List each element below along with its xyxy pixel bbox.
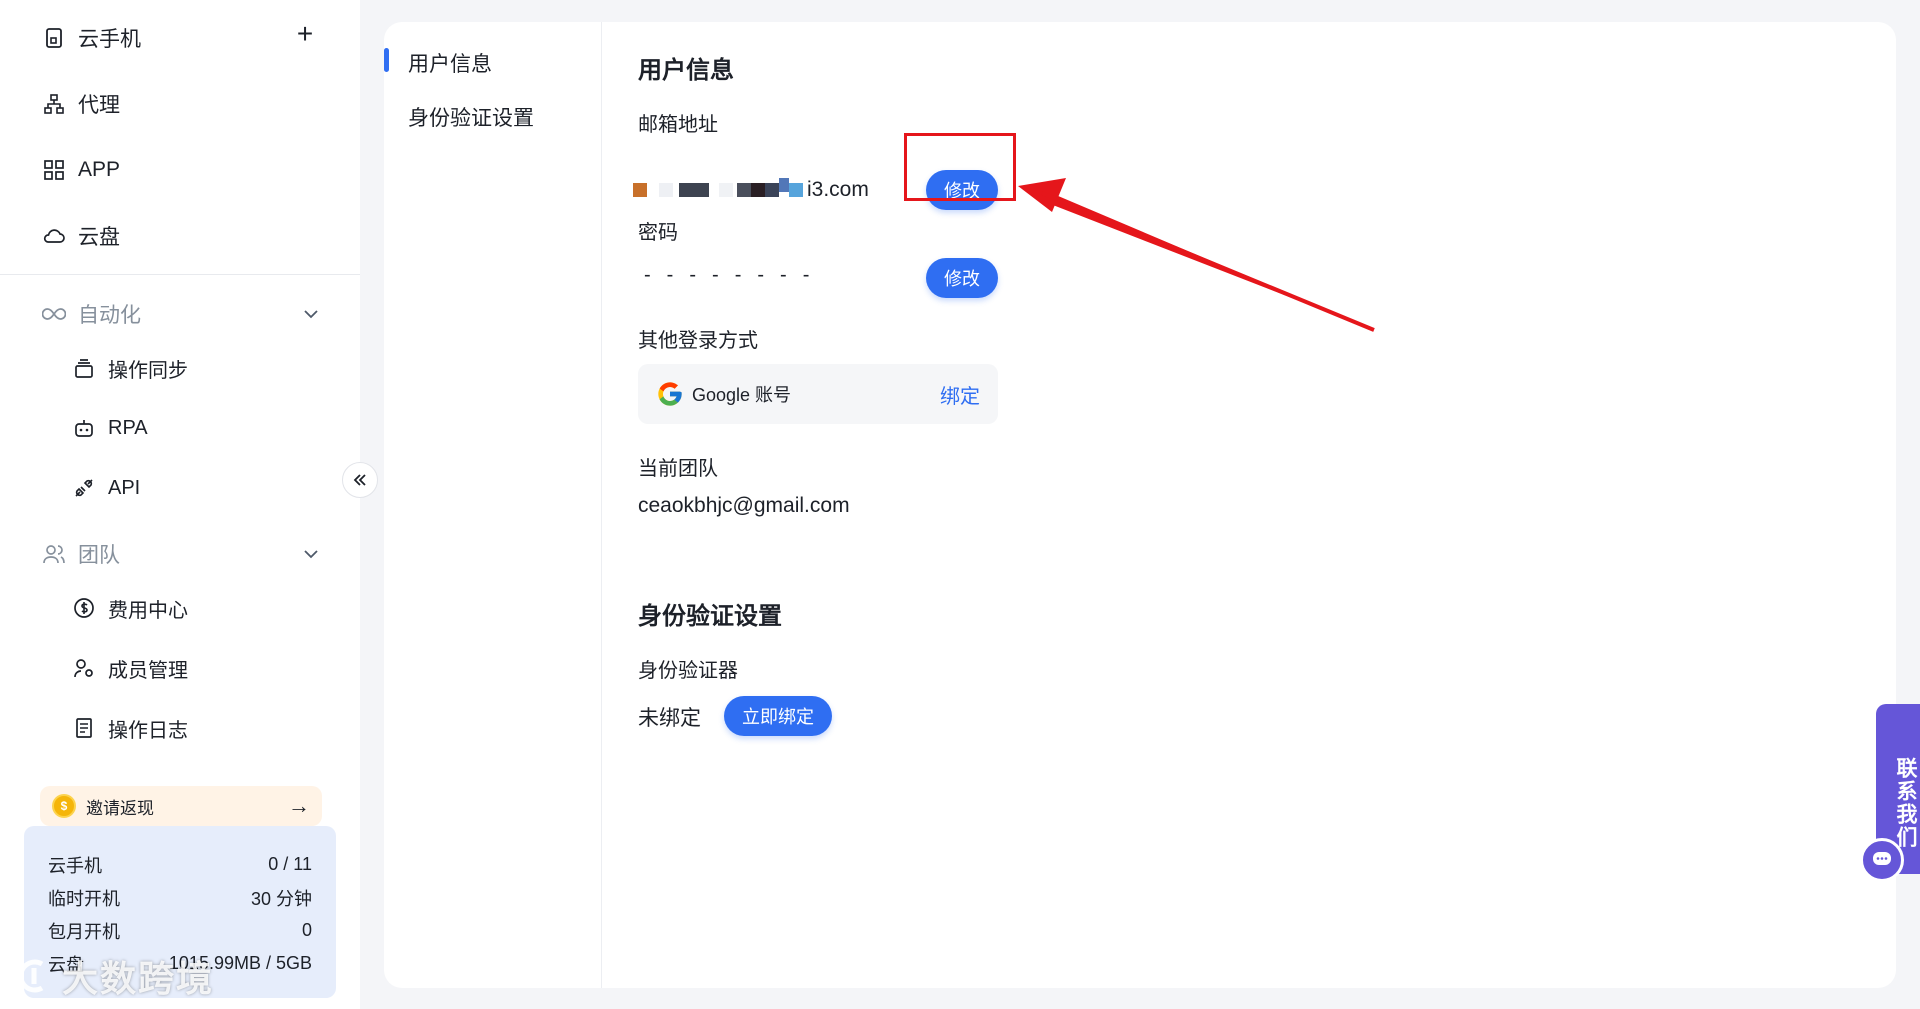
sidebar-item-cloud-disk[interactable]: 云盘 [42,216,120,256]
arrow-right-icon: → [288,793,310,818]
sidebar-group-automation[interactable]: 自动化 [42,294,322,334]
quota-label: 临时开机 [48,888,120,909]
other-login-label: 其他登录方式 [638,330,758,352]
infinity-icon [42,302,66,326]
sidebar-item-cloud-phone[interactable]: 云手机 [42,18,141,58]
layers-icon [72,356,96,380]
auth-settings-title: 身份验证设置 [638,603,782,630]
sidebar-item-label: 费用中心 [108,599,188,622]
subnav-item-auth-settings[interactable]: 身份验证设置 [408,102,534,132]
sidebar-item-label: 操作日志 [108,719,188,742]
google-login-row: Google 账号 绑定 [638,364,998,424]
settings-card: 用户信息 身份验证设置 用户信息 邮箱地址 i3.com 修改 密码 - - -… [384,22,1896,988]
settings-subnav: 用户信息 身份验证设置 [384,22,602,988]
quota-row: 包月开机 0 [48,914,312,947]
sidebar-divider [0,274,360,275]
watermark-text: 大数跨境 [62,958,215,999]
watermark: 大数跨境 [12,952,214,1000]
sidebar-item-label: APP [78,158,121,181]
sidebar: 云手机 + 代理 APP 云盘 自动化 操作同步 RPA API 团队 费用中心… [0,0,360,1009]
sidebar-item-operation-sync[interactable]: 操作同步 [72,348,188,388]
sidebar-group-team[interactable]: 团队 [42,534,322,574]
sidebar-group-label: 自动化 [78,304,141,327]
cloud-icon [42,224,66,248]
modify-password-button[interactable]: 修改 [926,258,998,298]
current-team-label: 当前团队 [638,458,718,480]
sidebar-item-proxy[interactable]: 代理 [42,84,120,124]
mask-char: - [757,264,765,286]
coin-icon: $ [52,794,76,818]
sidebar-item-members[interactable]: 成员管理 [72,648,188,688]
google-account-label: Google 账号 [692,385,792,405]
sidebar-item-label: RPA [108,416,148,439]
subnav-item-user-info[interactable]: 用户信息 [408,48,492,78]
sidebar-item-app[interactable]: APP [42,150,120,190]
user-info-title: 用户信息 [638,57,734,84]
mask-char: - [780,264,787,286]
dollar-icon [72,596,96,620]
chat-icon[interactable] [1860,838,1904,882]
users-icon [42,542,66,566]
phone-icon [42,26,66,50]
invite-cashback-banner[interactable]: $ 邀请返现 → [40,786,322,826]
mask-char: - [802,264,810,286]
current-team-value: ceaokbhjc@gmail.com [638,494,850,517]
bind-authenticator-button[interactable]: 立即绑定 [724,696,832,736]
annotation-highlight-box [904,133,1016,201]
email-suffix: i3.com [807,178,869,201]
sidebar-item-label: API [108,476,141,499]
chevron-down-icon [304,310,318,319]
chevron-down-icon [304,550,318,559]
collapse-sidebar-button[interactable] [342,462,378,498]
grid-icon [42,158,66,182]
sidebar-item-label: 操作同步 [108,359,188,382]
password-label: 密码 [638,222,678,244]
quota-value: 0 [301,920,312,940]
mask-char: - [689,264,697,286]
email-value-redacted: i3.com [633,174,869,206]
user-gear-icon [72,656,96,680]
log-icon [72,716,96,740]
invite-label: 邀请返现 [86,798,154,818]
authenticator-label: 身份验证器 [638,660,738,682]
google-icon [658,382,682,406]
active-indicator [384,48,389,72]
quota-label: 包月开机 [48,921,120,942]
quota-value: 0 / 11 [268,854,312,874]
password-mask: - - - - - - - - [644,264,809,287]
sidebar-item-label: 成员管理 [108,659,188,682]
authenticator-status: 未绑定 [638,707,701,730]
mask-char: - [712,264,719,286]
sidebar-item-label: 云盘 [78,226,120,249]
quota-value: 30 分钟 [250,888,312,909]
plus-icon[interactable]: + [292,20,318,48]
sidebar-item-logs[interactable]: 操作日志 [72,708,188,748]
sidebar-item-billing[interactable]: 费用中心 [72,588,188,628]
double-chevron-left-icon [353,474,366,486]
quota-row: 云手机 0 / 11 [48,848,312,881]
sidebar-item-rpa[interactable]: RPA [72,408,148,448]
plug-icon [72,476,96,500]
mask-char: - [734,264,742,286]
email-label: 邮箱地址 [638,114,718,136]
watermark-logo-icon [18,959,44,993]
network-icon [42,92,66,116]
sidebar-item-api[interactable]: API [72,468,140,508]
sidebar-group-label: 团队 [78,544,120,567]
mask-char: - [644,264,651,286]
quota-row: 临时开机 30 分钟 [48,881,312,914]
sidebar-item-label: 代理 [78,94,120,117]
sidebar-item-label: 云手机 [78,28,141,51]
quota-label: 云手机 [48,855,102,876]
bind-google-link[interactable]: 绑定 [940,380,980,409]
robot-icon [72,416,96,440]
mask-char: - [666,264,674,286]
